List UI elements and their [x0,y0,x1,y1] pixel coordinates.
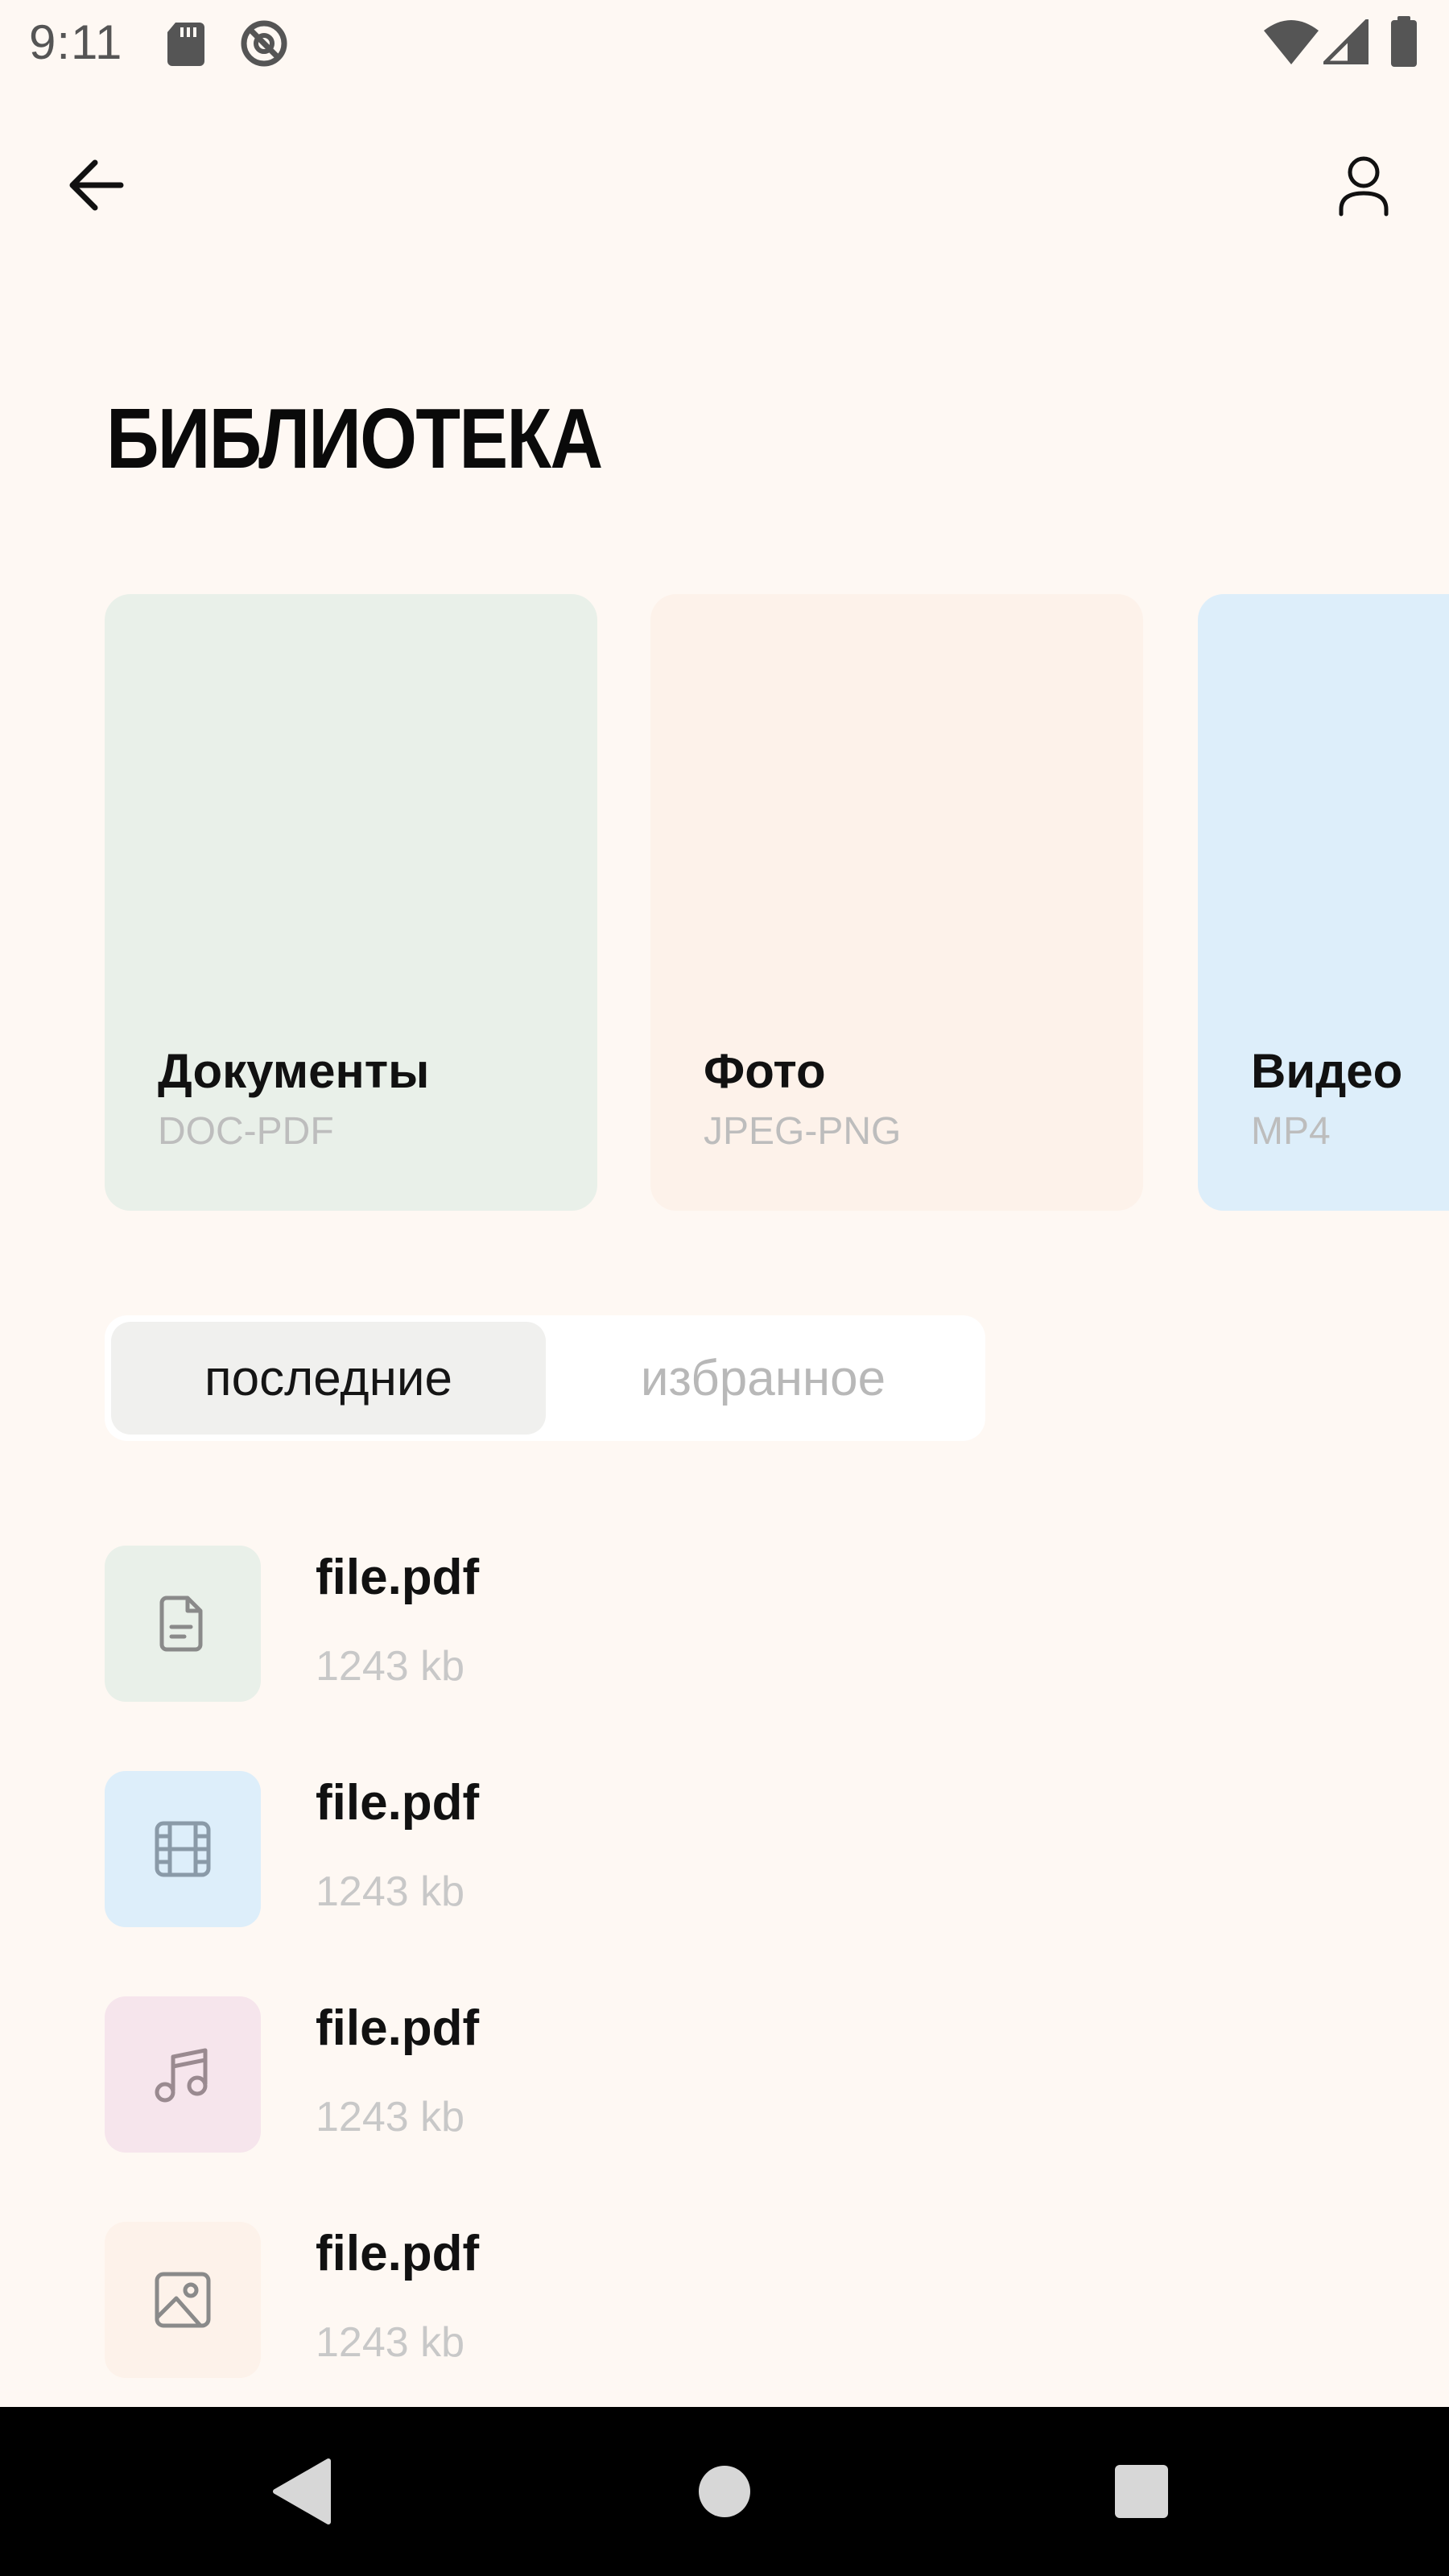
image-icon [155,2272,211,2328]
category-card-video[interactable]: Видео MP4 [1198,594,1449,1211]
card-subtitle: DOC-PDF [158,1110,334,1153]
document-icon [159,1596,203,1652]
nav-recents-button[interactable] [1101,2451,1182,2532]
triangle-back-icon [273,2458,331,2524]
file-list-item[interactable]: file.pdf 1243 kb [105,1996,1312,2154]
file-thumbnail [105,1546,261,1702]
card-title: Видео [1251,1044,1403,1098]
page-title: БИБЛИОТЕКА [106,391,603,486]
status-time: 9:11 [29,15,123,69]
system-nav-bar [0,2407,1449,2576]
music-icon [155,2048,208,2103]
category-cards: Документы DOC-PDF Фото JPEG-PNG Видео MP… [0,594,1449,1212]
status-bar: 9:11 [0,0,1449,84]
sd-card-icon [167,23,204,66]
file-thumbnail [105,1771,261,1927]
profile-button[interactable] [1315,137,1412,233]
file-thumbnail [105,1996,261,2153]
file-name: file.pdf [316,2000,480,2056]
do-not-disturb-icon [241,20,287,67]
file-list-item[interactable]: file.pdf 1243 kb [105,1546,1312,1703]
file-name: file.pdf [316,1550,480,1605]
user-icon [1339,156,1389,217]
video-icon [155,1821,211,1877]
card-subtitle: JPEG-PNG [704,1110,902,1153]
category-card-photo[interactable]: Фото JPEG-PNG [650,594,1143,1211]
nav-back-button[interactable] [261,2451,341,2532]
wifi-icon [1264,20,1319,64]
file-size: 1243 kb [316,2319,465,2366]
file-name: file.pdf [316,1775,480,1831]
file-name: file.pdf [316,2226,480,2281]
file-list-item[interactable]: file.pdf 1243 kb [105,2222,1312,2380]
circle-home-icon [699,2466,750,2517]
library-screen: 9:11 БИБЛИОТЕКА Документы DOC-PDF Фото J… [0,0,1449,2576]
file-size: 1243 kb [316,1868,465,1915]
card-title: Фото [704,1044,826,1098]
file-size: 1243 kb [316,2094,465,2140]
card-subtitle: MP4 [1251,1110,1331,1153]
battery-icon [1391,16,1417,67]
card-title: Документы [158,1044,430,1098]
nav-home-button[interactable] [684,2451,765,2532]
file-thumbnail [105,2222,261,2378]
file-list-item[interactable]: file.pdf 1243 kb [105,1771,1312,1929]
cell-signal-icon [1323,19,1368,64]
tab-recent[interactable]: последние [111,1322,546,1435]
arrow-back-icon [69,159,124,211]
category-card-documents[interactable]: Документы DOC-PDF [105,594,597,1211]
segmented-tabs: последние избранное [105,1315,985,1441]
back-button[interactable] [48,137,145,233]
square-recents-icon [1115,2465,1168,2518]
file-size: 1243 kb [316,1643,465,1690]
tab-favorites[interactable]: избранное [546,1322,980,1435]
